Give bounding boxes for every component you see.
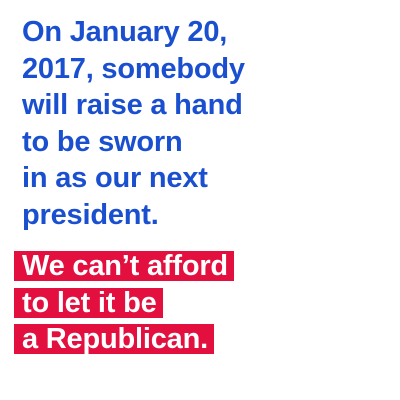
statement-line: 2017, somebody (22, 52, 245, 85)
highlight-line: We can’t afford (14, 251, 234, 281)
highlight-text: We can’t afford to let it be a Republica… (14, 251, 234, 361)
highlight-line: a Republican. (14, 324, 214, 354)
graphic-canvas: On January 20, 2017, somebody will raise… (0, 0, 400, 400)
statement-text: On January 20, 2017, somebody will raise… (22, 14, 245, 233)
statement-line: will raise a hand (22, 89, 243, 121)
statement-line: to be sworn (22, 125, 183, 158)
statement-line: president. (22, 198, 159, 231)
statement-line: in as our next (22, 162, 208, 194)
highlight-line: to let it be (14, 287, 163, 318)
statement-line: On January 20, (22, 16, 228, 48)
